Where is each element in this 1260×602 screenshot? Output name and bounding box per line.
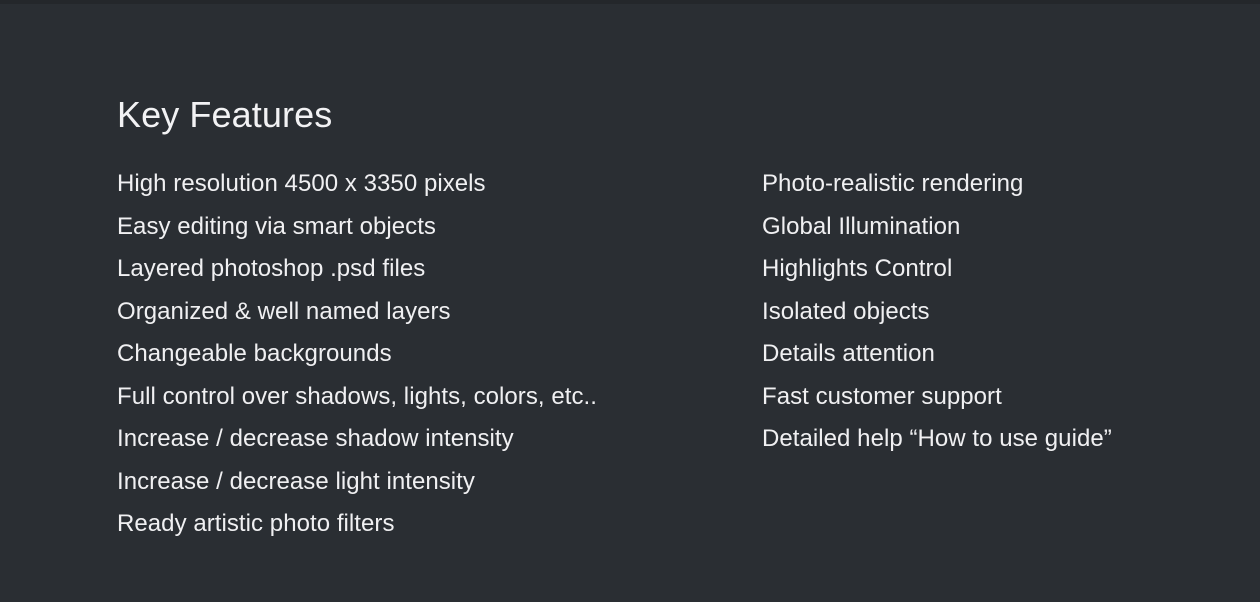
feature-item: Highlights Control <box>762 255 953 282</box>
feature-item: Changeable backgrounds <box>117 340 392 367</box>
top-edge-divider <box>0 0 1260 4</box>
feature-item: Global Illumination <box>762 212 961 240</box>
feature-item: Isolated objects <box>762 297 930 325</box>
feature-list-left: High resolution 4500 x 3350 pixels Easy e… <box>117 163 737 546</box>
feature-list-right: Photo-realistic rendering Global Illumina… <box>762 163 1232 461</box>
feature-item: Fast customer support <box>762 382 1002 410</box>
feature-item: Easy editing via smart objects <box>117 212 436 240</box>
feature-item: Full control over shadows, lights, color… <box>117 382 597 410</box>
key-features-slide: Key Features High resolution 4500 x 3350… <box>0 0 1260 602</box>
feature-item: Increase / decrease shadow intensity <box>117 425 514 452</box>
feature-item: Details attention <box>762 340 935 367</box>
feature-item: Increase / decrease light intensity <box>117 467 475 495</box>
feature-item: Detailed help “How to use guide” <box>762 425 1112 452</box>
page-title: Key Features <box>117 94 333 136</box>
feature-item: High resolution 4500 x 3350 pixels <box>117 170 486 197</box>
feature-item: Layered photoshop .psd files <box>117 255 426 282</box>
feature-item: Ready artistic photo filters <box>117 510 395 537</box>
feature-item: Organized & well named layers <box>117 297 451 325</box>
feature-item: Photo-realistic rendering <box>762 170 1024 197</box>
